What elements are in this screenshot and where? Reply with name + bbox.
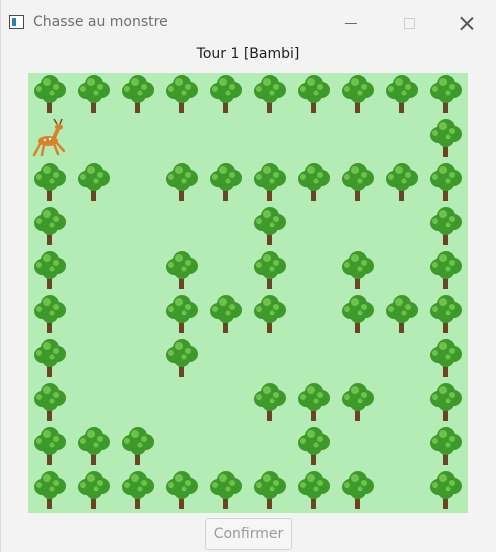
tree-icon [28, 249, 72, 293]
tree-icon [204, 293, 248, 337]
tree-icon [292, 73, 336, 117]
tree-icon [28, 337, 72, 381]
window: Chasse au monstre Tour 1 [Bambi] Confirm… [0, 0, 496, 552]
round-label: Tour 1 [Bambi] [196, 46, 300, 62]
tree-icon [160, 293, 204, 337]
tree-icon [28, 73, 72, 117]
confirm-button: Confirmer [205, 518, 292, 550]
tree-icon [28, 293, 72, 337]
tree-icon [380, 73, 424, 117]
tree-icon [204, 73, 248, 117]
tree-icon [248, 293, 292, 337]
tree-icon [424, 425, 468, 469]
tree-icon [424, 161, 468, 205]
window-title: Chasse au monstre [33, 14, 168, 30]
tree-icon [28, 381, 72, 425]
tree-icon [116, 425, 160, 469]
deer-icon [28, 117, 72, 161]
tree-icon [160, 469, 204, 513]
close-button[interactable] [449, 8, 485, 38]
tree-icon [72, 73, 116, 117]
tree-icon [248, 205, 292, 249]
tree-icon [204, 469, 248, 513]
tree-icon [336, 249, 380, 293]
tree-icon [28, 161, 72, 205]
tree-icon [116, 469, 160, 513]
tree-icon [160, 161, 204, 205]
tree-icon [292, 469, 336, 513]
tree-icon [292, 161, 336, 205]
tree-icon [424, 117, 468, 161]
tree-icon [424, 381, 468, 425]
tree-icon [380, 293, 424, 337]
maximize-icon [403, 17, 415, 29]
tree-icon [72, 161, 116, 205]
game-board[interactable] [28, 73, 468, 513]
tree-icon [336, 469, 380, 513]
tree-icon [28, 205, 72, 249]
tree-icon [28, 469, 72, 513]
tree-icon [336, 161, 380, 205]
tree-icon [424, 469, 468, 513]
tree-icon [424, 337, 468, 381]
tree-icon [28, 425, 72, 469]
close-icon [460, 16, 474, 30]
tree-icon [248, 469, 292, 513]
tree-icon [424, 249, 468, 293]
tree-icon [380, 161, 424, 205]
maximize-button [391, 8, 427, 38]
tree-icon [160, 249, 204, 293]
tree-icon [248, 249, 292, 293]
titlebar[interactable]: Chasse au monstre [1, 0, 496, 46]
app-icon [9, 15, 24, 29]
tree-icon [292, 425, 336, 469]
tree-icon [292, 381, 336, 425]
minimize-button[interactable] [333, 8, 369, 38]
tree-icon [160, 73, 204, 117]
tree-icon [72, 469, 116, 513]
tree-icon [72, 425, 116, 469]
tree-icon [248, 381, 292, 425]
tree-icon [248, 73, 292, 117]
tree-icon [424, 293, 468, 337]
tree-icon [424, 73, 468, 117]
tree-icon [116, 73, 160, 117]
minimize-icon [345, 22, 357, 24]
tree-icon [248, 161, 292, 205]
tree-icon [336, 73, 380, 117]
tree-icon [424, 205, 468, 249]
tree-icon [160, 337, 204, 381]
tree-icon [204, 161, 248, 205]
tree-icon [336, 293, 380, 337]
tree-icon [336, 381, 380, 425]
